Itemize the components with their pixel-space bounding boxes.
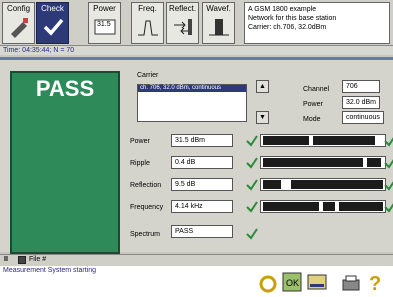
scroll-down-button[interactable]: ▼ xyxy=(256,111,269,124)
carrier-selected-item[interactable]: ch. 706, 32.0 dBm, continuous xyxy=(138,85,246,92)
waveform-label: Wavef. xyxy=(206,4,231,13)
ripple-gauge xyxy=(260,156,386,169)
measurement-label-ripple: Ripple xyxy=(130,160,150,167)
measurement-value-ripple: 0.4 dB xyxy=(171,156,233,169)
status-time: Time: 04:35:44; N = 70 xyxy=(3,47,75,54)
checkmark-icon xyxy=(384,159,393,169)
reflection-label: Reflect. xyxy=(168,4,197,13)
config-label: Config xyxy=(6,4,31,13)
result-label: PASS xyxy=(35,76,95,101)
waveform-icon xyxy=(209,19,229,36)
measurement-label-reflection: Reflection xyxy=(130,182,162,189)
pause-icon[interactable]: II xyxy=(4,256,8,263)
file-label[interactable]: File # xyxy=(29,256,46,263)
mode-field[interactable]: continuous xyxy=(342,111,384,124)
check-button[interactable]: Check xyxy=(36,2,69,44)
measurement-value-spectrum: PASS xyxy=(171,225,233,238)
reflection-gauge xyxy=(260,178,386,191)
measurement-value-power: 31.5 dBm xyxy=(171,134,233,147)
help-icon[interactable]: ? xyxy=(366,272,386,292)
bottom-bar xyxy=(0,254,393,266)
power-setting-field[interactable]: 32.0 dBm xyxy=(342,96,380,109)
checkmark-icon xyxy=(246,135,258,147)
frequency-icon xyxy=(138,20,158,36)
measurement-label-spectrum: Spectrum xyxy=(130,231,160,238)
message-text: Measurement System starting xyxy=(3,267,96,274)
power-setting-label: Power xyxy=(303,101,323,108)
channel-field[interactable]: 706 xyxy=(342,80,380,93)
checkmark-icon xyxy=(384,181,393,191)
checkmark-icon xyxy=(384,137,393,147)
power-label: Power xyxy=(93,4,116,13)
keyboard-icon[interactable] xyxy=(307,272,327,292)
frequency-button[interactable]: Freq. xyxy=(131,2,164,44)
mode-label: Mode xyxy=(303,116,321,123)
scroll-up-button[interactable]: ▲ xyxy=(256,80,269,93)
config-icon xyxy=(11,18,28,38)
reflection-icon xyxy=(174,19,192,35)
carrier-title: Carrier xyxy=(137,72,159,79)
svg-text:?: ? xyxy=(369,273,381,292)
channel-label: Channel xyxy=(303,86,330,93)
power-sub: 31.5 xyxy=(97,21,111,28)
measurement-value-frequency: 4.14 kHz xyxy=(171,200,233,213)
measurement-value-reflection: 9.5 dB xyxy=(171,178,233,191)
power-button[interactable]: Power 31.5 xyxy=(88,2,121,44)
checkmark-icon xyxy=(43,18,64,36)
ok-icon[interactable]: OK xyxy=(282,272,302,292)
rotate-icon[interactable] xyxy=(258,274,278,294)
checkmark-icon xyxy=(246,179,258,191)
description-text: A GSM 1800 example Network for this base… xyxy=(248,6,337,31)
description-box: A GSM 1800 example Network for this base… xyxy=(244,2,390,44)
checkmark-icon xyxy=(246,201,258,213)
print-icon[interactable] xyxy=(341,274,361,294)
frequency-label: Freq. xyxy=(138,4,157,13)
checkmark-icon xyxy=(246,228,258,240)
frequency-gauge xyxy=(260,200,386,213)
status-bar: Time: 04:35:44; N = 70 xyxy=(0,46,393,55)
checkmark-icon xyxy=(246,157,258,169)
measurement-label-frequency: Frequency xyxy=(130,204,164,211)
save-file-icon[interactable] xyxy=(18,256,26,264)
svg-text:OK: OK xyxy=(286,278,299,288)
check-label: Check xyxy=(41,4,64,13)
measurement-label-power: Power xyxy=(130,138,150,145)
reflection-button[interactable]: Reflect. xyxy=(166,2,199,44)
power-gauge xyxy=(260,134,386,147)
waveform-button[interactable]: Wavef. xyxy=(202,2,235,44)
checkmark-icon xyxy=(384,203,393,213)
config-button[interactable]: Config xyxy=(2,2,35,44)
